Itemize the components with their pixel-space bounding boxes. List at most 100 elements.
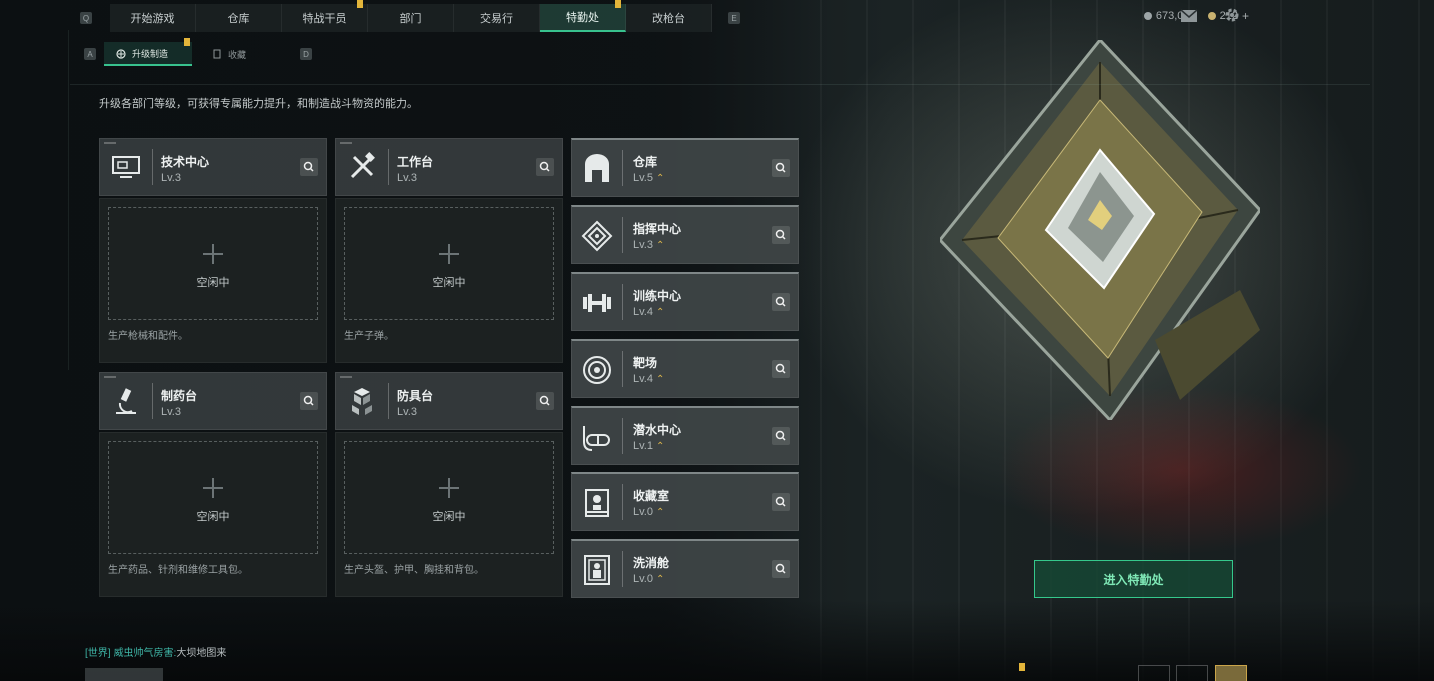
workshop-card-pharmacy[interactable]: 制药台 Lv.3 <box>99 372 327 430</box>
key-hint-d: D <box>300 48 312 60</box>
workshop-name: 制药台 <box>161 389 198 403</box>
search-button[interactable] <box>772 360 790 378</box>
plus-icon <box>439 478 459 498</box>
search-button[interactable] <box>772 159 790 177</box>
workshop-name: 防具台 <box>397 389 434 403</box>
workshop-card-tech-center[interactable]: 技术中心 Lv.3 <box>99 138 327 196</box>
search-button[interactable] <box>536 158 554 176</box>
slot-frame[interactable]: 空闲中 <box>344 207 554 320</box>
collection-icon <box>213 49 221 59</box>
upgrade-available-icon: ⌃ <box>655 574 665 585</box>
tab-departments[interactable]: 部门 <box>368 4 454 32</box>
search-icon <box>303 395 314 406</box>
subtab-collection[interactable]: 收藏 <box>200 42 286 66</box>
card-tick <box>340 142 352 144</box>
dumbbell-icon <box>583 294 611 312</box>
slot-description: 生产枪械和配件。 <box>108 331 188 342</box>
tab-trading[interactable]: 交易行 <box>454 4 540 32</box>
facility-level-line: Lv.4 ⌃ <box>633 373 664 385</box>
workshop-level: Lv.3 <box>397 172 417 184</box>
facility-card-warehouse[interactable]: 仓库 Lv.5 ⌃ <box>571 138 799 197</box>
facility-name: 潜水中心 <box>633 423 682 437</box>
chat-input-chip[interactable] <box>85 668 163 681</box>
tab-warehouse[interactable]: 仓库 <box>196 4 282 32</box>
tab-operators[interactable]: 特战干员 <box>282 0 368 32</box>
slot-frame[interactable]: 空闲中 <box>108 207 318 320</box>
workshop-card-armor[interactable]: 防具台 Lv.3 <box>335 372 563 430</box>
search-button[interactable] <box>536 392 554 410</box>
top-navigation: Q 开始游戏 仓库 特战干员 部门 交易行 特勤处 改枪台 E <box>80 0 740 32</box>
slot-status: 空闲中 <box>432 277 466 289</box>
microscope-icon <box>116 388 136 414</box>
search-icon <box>539 161 550 172</box>
workshop-card-workbench[interactable]: 工作台 Lv.3 <box>335 138 563 196</box>
search-icon <box>775 229 786 240</box>
slot-description: 生产药品、针剂和维修工具包。 <box>108 565 248 576</box>
divider <box>622 551 623 587</box>
avatar[interactable] <box>1215 665 1247 681</box>
plus-icon <box>203 244 223 264</box>
warehouse-icon <box>585 154 609 182</box>
key-hint-e: E <box>728 12 740 24</box>
key-hint-q: Q <box>80 12 92 24</box>
subtab-upgrade-craft[interactable]: 升级制造 <box>104 38 192 66</box>
quick-slot[interactable] <box>1176 665 1208 681</box>
upgrade-available-icon: ⌃ <box>655 240 665 251</box>
production-slot-tech-center[interactable]: 空闲中 生产枪械和配件。 <box>99 198 327 363</box>
subtab-label: 收藏 <box>228 49 247 60</box>
facility-card-training-center[interactable]: 训练中心 Lv.4 ⌃ <box>571 272 799 331</box>
key-hint-a: A <box>84 48 96 60</box>
facility-name: 靶场 <box>633 356 658 370</box>
facility-card-command-center[interactable]: 指挥中心 Lv.3 ⌃ <box>571 205 799 264</box>
upgrade-available-icon: ⌃ <box>655 374 665 385</box>
tab-start-game[interactable]: 开始游戏 <box>110 4 196 32</box>
search-button[interactable] <box>772 293 790 311</box>
facility-card-shooting-range[interactable]: 靶场 Lv.4 ⌃ <box>571 339 799 398</box>
quick-slot[interactable] <box>1138 665 1170 681</box>
mail-icon[interactable] <box>1180 9 1198 23</box>
facility-level: Lv.0 <box>633 573 653 585</box>
tab-label: 交易行 <box>480 13 513 25</box>
search-button[interactable] <box>772 493 790 511</box>
search-icon <box>775 296 786 307</box>
facility-card-decon-chamber[interactable]: 洗消舱 Lv.0 ⌃ <box>571 539 799 598</box>
tab-gunsmith[interactable]: 改枪台 <box>626 4 712 32</box>
chat-channel: [世界] <box>85 648 111 659</box>
facility-level-line: Lv.4 ⌃ <box>633 306 664 318</box>
card-tick <box>340 376 352 378</box>
slot-status: 空闲中 <box>196 511 230 523</box>
slot-frame[interactable]: 空闲中 <box>344 441 554 554</box>
facility-level: Lv.0 <box>633 506 653 518</box>
command-icon <box>581 220 613 252</box>
search-button[interactable] <box>300 158 318 176</box>
gold-coin-icon <box>1207 12 1216 20</box>
slot-description: 生产子弹。 <box>344 331 394 342</box>
slot-frame[interactable]: 空闲中 <box>108 441 318 554</box>
workshop-level: Lv.3 <box>397 406 417 418</box>
search-button[interactable] <box>772 427 790 445</box>
production-slot-workbench[interactable]: 空闲中 生产子弹。 <box>335 198 563 363</box>
tab-special-ops[interactable]: 特勤处 <box>540 0 626 32</box>
search-icon <box>775 363 786 374</box>
boxes-icon <box>352 388 372 415</box>
search-button[interactable] <box>772 226 790 244</box>
divider <box>622 217 623 253</box>
facility-card-diving-center[interactable]: 潜水中心 Lv.1 ⌃ <box>571 406 799 465</box>
search-button[interactable] <box>300 392 318 410</box>
tab-label: 改枪台 <box>652 13 685 25</box>
facility-card-collection-room[interactable]: 收藏室 Lv.0 ⌃ <box>571 472 799 531</box>
tab-label: 开始游戏 <box>130 13 175 25</box>
workshop-level: Lv.3 <box>161 172 181 184</box>
production-slot-armor[interactable]: 空闲中 生产头盔、护甲、胸挂和背包。 <box>335 432 563 597</box>
production-slot-pharmacy[interactable]: 空闲中 生产药品、针剂和维修工具包。 <box>99 432 327 597</box>
chat-line[interactable]: [世界] 威虫帅气房害:大坝地图来 <box>85 644 226 659</box>
enter-special-ops-button[interactable]: 进入特勤处 <box>1034 560 1233 598</box>
search-icon <box>775 162 786 173</box>
chat-message: 大坝地图来 <box>176 648 227 659</box>
gear-icon[interactable] <box>1224 7 1240 23</box>
page-description: 升级各部门等级，可获得专属能力提升，和制造战斗物资的能力。 <box>99 98 418 110</box>
tab-label: 仓库 <box>227 13 250 25</box>
facility-level-line: Lv.0 ⌃ <box>633 506 664 518</box>
search-button[interactable] <box>772 560 790 578</box>
add-currency-button[interactable]: + <box>1242 9 1249 23</box>
